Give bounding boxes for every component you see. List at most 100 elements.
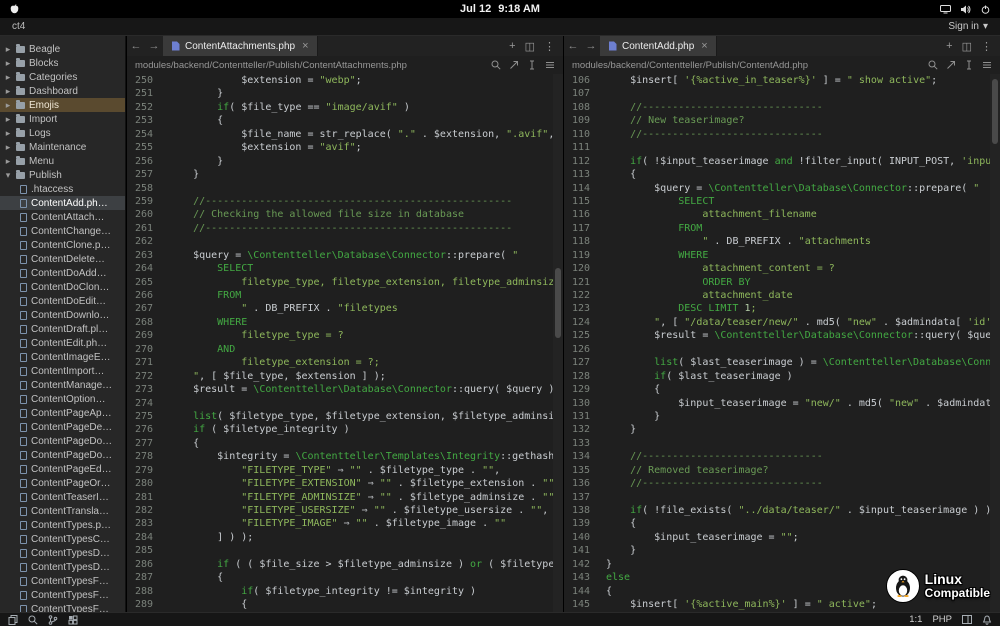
code-line[interactable] — [606, 141, 990, 154]
code-line[interactable]: FROM — [169, 289, 553, 302]
sidebar-item-contentdownlo[interactable]: ContentDownlo… — [0, 308, 125, 322]
add-tab-icon[interactable]: + — [946, 40, 952, 52]
code-line[interactable]: SELECT — [606, 195, 990, 208]
tab-contentadd[interactable]: ContentAdd.php × — [600, 36, 717, 56]
code-area[interactable]: 2502512522532542552562572582592602612622… — [127, 74, 563, 612]
sidebar-item-contentoption[interactable]: ContentOption… — [0, 392, 125, 406]
code-line[interactable]: //------------------------------ — [606, 128, 990, 141]
code-line[interactable]: $extension = "webp"; — [169, 74, 553, 87]
sidebar-item-import[interactable]: ▸Import — [0, 112, 125, 126]
sidebar-item-contenttypesd[interactable]: ContentTypesD… — [0, 560, 125, 574]
code-line[interactable]: filetype_type = ? — [169, 329, 553, 342]
code-line[interactable]: //------------------------------ — [606, 450, 990, 463]
breadcrumb[interactable]: modules/backend/Contentteller/Publish/Co… — [572, 60, 808, 71]
code-line[interactable]: $query = \Contentteller\Database\Connect… — [606, 182, 990, 195]
code-line[interactable]: " . DB_PREFIX . "attachments — [606, 235, 990, 248]
code-line[interactable] — [606, 491, 990, 504]
code-line[interactable]: filetype_type, filetype_extension, filet… — [169, 276, 553, 289]
code-line[interactable]: if ( ( $file_size > $filetype_adminsize … — [169, 558, 553, 571]
sidebar-item-dashboard[interactable]: ▸Dashboard — [0, 84, 125, 98]
code-line[interactable]: { — [169, 598, 553, 611]
code-line[interactable]: { — [606, 168, 990, 181]
sidebar-item-contentpagedo[interactable]: ContentPageDo… — [0, 448, 125, 462]
language-indicator[interactable]: PHP — [932, 614, 952, 625]
scrollbar[interactable] — [553, 74, 563, 612]
text-cursor-icon[interactable] — [964, 60, 974, 70]
code-line[interactable] — [606, 343, 990, 356]
back-icon[interactable]: ← — [564, 36, 582, 56]
sidebar-item-contentdoedit[interactable]: ContentDoEdit… — [0, 294, 125, 308]
more-actions-icon[interactable]: ⋮ — [981, 40, 992, 53]
open-external-icon[interactable] — [946, 60, 956, 70]
code-line[interactable]: attachment_filename — [606, 208, 990, 221]
outline-icon[interactable] — [545, 60, 555, 70]
menubar-clock[interactable]: Jul 12 9:18 AM — [460, 3, 540, 15]
code-line[interactable]: } — [606, 410, 990, 423]
split-editor-icon[interactable]: ◫ — [962, 40, 972, 53]
code-line[interactable]: $insert[ '{%active_in_teaser%}' ] = " sh… — [606, 74, 990, 87]
code-line[interactable]: ", [ $file_type, $extension ] ); — [169, 370, 553, 383]
tab-contentattachments[interactable]: ContentAttachments.php × — [163, 36, 318, 56]
code-area[interactable]: 1061071081091101111121131141151161171181… — [564, 74, 1000, 612]
scrollbar[interactable] — [990, 74, 1000, 612]
search-icon[interactable] — [491, 60, 501, 70]
code-line[interactable]: attachment_date — [606, 289, 990, 302]
sidebar-item-logs[interactable]: ▸Logs — [0, 126, 125, 140]
code-line[interactable] — [169, 544, 553, 557]
code-line[interactable]: { — [606, 383, 990, 396]
sidebar-item-maintenance[interactable]: ▸Maintenance — [0, 140, 125, 154]
code-line[interactable]: } — [169, 155, 553, 168]
code-line[interactable]: // New teaserimage? — [606, 114, 990, 127]
code-line[interactable]: if( $last_teaserimage ) — [606, 370, 990, 383]
code-line[interactable]: if ( $filetype_integrity ) — [169, 423, 553, 436]
code-line[interactable]: if( $file_type == "image/avif" ) — [169, 101, 553, 114]
sidebar-item-emojis[interactable]: ▸Emojis — [0, 98, 125, 112]
code-line[interactable]: list( $last_teaserimage ) = \Contenttell… — [606, 356, 990, 369]
code-line[interactable]: attachment_content = ? — [606, 262, 990, 275]
sidebar-item-contentteaseri[interactable]: ContentTeaserI… — [0, 490, 125, 504]
sidebar-item-contentadd-ph[interactable]: ContentAdd.ph… — [0, 196, 125, 210]
close-icon[interactable]: × — [701, 40, 707, 52]
code-line[interactable]: filetype_extension = ?; — [169, 356, 553, 369]
sidebar-item-contenttypes-p[interactable]: ContentTypes.p… — [0, 518, 125, 532]
code-line[interactable]: //------------------------------ — [606, 101, 990, 114]
sidebar-item-contentdoclon[interactable]: ContentDoClon… — [0, 280, 125, 294]
sidebar-item-publish[interactable]: ▾Publish — [0, 168, 125, 182]
code-line[interactable]: $input_teaserimage = ""; — [606, 531, 990, 544]
code-line[interactable]: SELECT — [169, 262, 553, 275]
bell-icon[interactable] — [982, 615, 992, 625]
code-line[interactable]: "FILETYPE_EXTENSION" ⇒ "" . $filetype_ex… — [169, 477, 553, 490]
breadcrumb[interactable]: modules/backend/Contentteller/Publish/Co… — [135, 60, 407, 71]
sidebar-item-beagle[interactable]: ▸Beagle — [0, 42, 125, 56]
add-tab-icon[interactable]: + — [509, 40, 515, 52]
code-line[interactable]: } — [169, 87, 553, 100]
code-line[interactable]: WHERE — [169, 316, 553, 329]
code-line[interactable]: //------------------------------ — [606, 477, 990, 490]
code-line[interactable]: ] ) ); — [169, 531, 553, 544]
code-line[interactable]: "FILETYPE_USERSIZE" ⇒ "" . $filetype_use… — [169, 504, 553, 517]
code-line[interactable]: } — [606, 423, 990, 436]
layout-icon[interactable] — [962, 615, 972, 624]
split-editor-icon[interactable]: ◫ — [525, 40, 535, 53]
code-line[interactable]: } — [169, 168, 553, 181]
code-line[interactable] — [169, 182, 553, 195]
code-line[interactable]: $result = \Contentteller\Database\Connec… — [606, 329, 990, 342]
code-line[interactable]: { — [169, 437, 553, 450]
code-line[interactable]: $result = \Contentteller\Database\Connec… — [169, 383, 553, 396]
code-line[interactable] — [169, 235, 553, 248]
code-line[interactable]: //--------------------------------------… — [169, 222, 553, 235]
display-icon[interactable] — [940, 5, 951, 14]
search-icon[interactable] — [28, 615, 38, 625]
extensions-icon[interactable] — [68, 615, 78, 625]
code-line[interactable] — [606, 87, 990, 100]
code-line[interactable]: $integrity = \Contentteller\Templates\In… — [169, 450, 553, 463]
signin-button[interactable]: Sign in ▾ — [948, 21, 988, 32]
sidebar-item-categories[interactable]: ▸Categories — [0, 70, 125, 84]
sidebar-item-blocks[interactable]: ▸Blocks — [0, 56, 125, 70]
forward-icon[interactable]: → — [582, 36, 600, 56]
forward-icon[interactable]: → — [145, 36, 163, 56]
code-line[interactable]: AND — [169, 343, 553, 356]
sidebar-item-contenttransla[interactable]: ContentTransla… — [0, 504, 125, 518]
sidebar-item-contentpageed[interactable]: ContentPageEd… — [0, 462, 125, 476]
code-line[interactable]: $query = \Contentteller\Database\Connect… — [169, 249, 553, 262]
